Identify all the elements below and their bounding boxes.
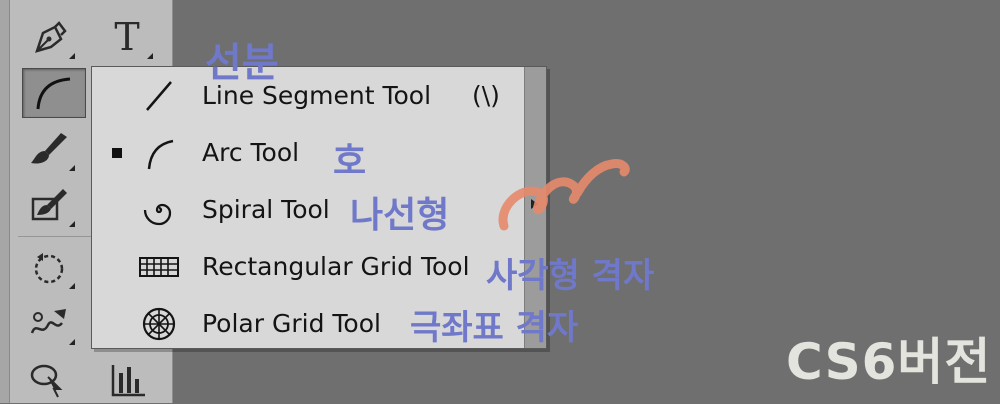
rotate-tool-button[interactable]: [20, 242, 78, 292]
warp-tool-button[interactable]: [20, 298, 78, 348]
annotation-line-segment: 선분: [205, 40, 279, 86]
paintbrush-icon: [27, 129, 71, 169]
selected-bullet-icon: [112, 147, 122, 158]
type-icon: T: [114, 15, 140, 59]
annotation-rectangular-grid: 사각형 격자: [486, 256, 655, 296]
arc-icon: [32, 73, 76, 113]
shape-builder-tool-button[interactable]: [20, 354, 78, 404]
blob-brush-tool-button[interactable]: [20, 180, 78, 230]
expand-corner-icon: [147, 53, 153, 59]
warp-icon: [26, 303, 72, 343]
scribble-doodle: [498, 159, 630, 231]
rotate-icon: [27, 247, 71, 287]
annotation-spiral: 나선형: [350, 195, 450, 236]
arc-icon: [136, 133, 182, 173]
annotation-arc: 호: [333, 141, 367, 182]
version-label: CS6버전: [786, 333, 992, 391]
annotation-polar-grid: 극좌표 격자: [410, 308, 579, 348]
menu-item-spiral-tool[interactable]: Spiral Tool: [92, 181, 524, 238]
spiral-icon: [136, 190, 182, 230]
pen-icon: [29, 17, 69, 57]
polar-grid-icon: [136, 304, 182, 344]
graph-icon: [105, 359, 149, 399]
graph-tool-button[interactable]: [98, 354, 156, 404]
expand-corner-icon: [69, 53, 75, 59]
menu-item-label: Rectangular Grid Tool: [202, 252, 470, 281]
menu-item-label: Arc Tool: [202, 138, 300, 167]
expand-corner-icon: [69, 339, 75, 345]
expand-corner-icon: [69, 283, 75, 289]
menu-item-label: Spiral Tool: [202, 195, 330, 224]
menu-item-rectangular-grid-tool[interactable]: Rectangular Grid Tool: [92, 238, 524, 295]
menu-item-line-segment-tool[interactable]: Line Segment Tool (\): [92, 67, 524, 124]
arc-tool-button[interactable]: [22, 68, 86, 118]
paintbrush-tool-button[interactable]: [20, 124, 78, 174]
type-tool-button[interactable]: T: [98, 12, 156, 62]
expand-corner-icon: [69, 165, 75, 171]
shape-builder-icon: [26, 359, 72, 399]
rectangular-grid-icon: [136, 247, 182, 287]
menu-item-label: Polar Grid Tool: [202, 309, 381, 338]
pen-tool-button[interactable]: [20, 12, 78, 62]
line-segment-icon: [136, 76, 182, 116]
blob-brush-icon: [27, 185, 71, 225]
menu-item-arc-tool[interactable]: Arc Tool: [92, 124, 524, 181]
menu-item-shortcut: (\): [472, 81, 500, 110]
panel-edge: [0, 0, 10, 403]
expand-corner-icon: [69, 221, 75, 227]
